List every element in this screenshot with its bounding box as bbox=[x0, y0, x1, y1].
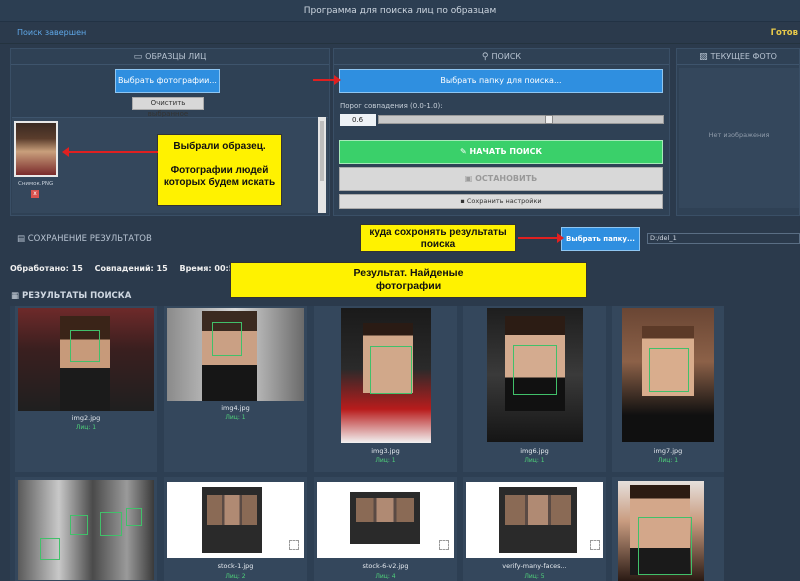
current-photo-title: ТЕКУЩЕЕ ФОТО bbox=[710, 52, 777, 61]
result-faces: Лиц: 1 bbox=[75, 424, 97, 431]
result-filename: verify-many-faces... bbox=[502, 562, 567, 570]
status-text: Поиск завершен bbox=[17, 28, 87, 37]
scan-icon bbox=[590, 540, 600, 550]
result-filename: stock-6-v2.jpg bbox=[362, 562, 409, 570]
result-card[interactable]: img3.jpg Лиц: 1 bbox=[314, 306, 457, 472]
ready-indicator: Готов bbox=[770, 28, 798, 38]
threshold-label: Порог совпадения (0.0-1.0): bbox=[340, 102, 443, 110]
result-faces: Лиц: 1 bbox=[657, 457, 679, 464]
face-box bbox=[100, 512, 122, 536]
result-card[interactable]: img4.jpg Лиц: 1 bbox=[164, 306, 307, 472]
stop-button[interactable]: ▣ ОСТАНОВИТЬ bbox=[339, 167, 663, 191]
result-photo bbox=[167, 482, 304, 558]
result-filename: img2.jpg bbox=[71, 414, 101, 422]
result-faces: Лиц: 1 bbox=[524, 457, 545, 464]
clear-selected-button[interactable]: Очистить выбранное bbox=[132, 97, 204, 118]
result-filename: stock-1.jpg bbox=[217, 562, 254, 570]
output-path-field[interactable]: D:/del_1 bbox=[647, 233, 800, 244]
delete-sample-button[interactable]: x bbox=[31, 190, 39, 198]
slider-knob[interactable] bbox=[545, 115, 553, 124]
result-card[interactable]: img2.jpg Лиц: 1 bbox=[15, 306, 157, 472]
result-filename: img7.jpg bbox=[653, 447, 683, 455]
annotation-arrow bbox=[313, 75, 341, 85]
result-annotation: Результат. Найденые фотографии bbox=[230, 262, 587, 298]
choose-output-folder-button[interactable]: Выбрать папку... bbox=[561, 227, 640, 251]
result-photo bbox=[18, 480, 154, 580]
results-title: ▦ РЕЗУЛЬТАТЫ ПОИСКА bbox=[11, 291, 132, 301]
result-photo bbox=[317, 482, 454, 558]
matches-count: Совпадений: 15 bbox=[94, 264, 168, 273]
result-photo bbox=[618, 481, 704, 581]
scan-icon bbox=[439, 540, 449, 550]
face-box bbox=[126, 508, 142, 526]
stop-icon: ▣ bbox=[464, 174, 476, 183]
sample-caption: Снимок.PNG bbox=[18, 181, 54, 187]
result-card[interactable]: stock-1.jpg Лиц: 2 bbox=[164, 477, 307, 581]
result-card[interactable] bbox=[612, 477, 724, 581]
choose-photos-button[interactable]: Выбрать фотографии... bbox=[115, 69, 220, 93]
result-card[interactable]: img7.jpg Лиц: 1 bbox=[612, 306, 724, 472]
face-box bbox=[649, 348, 689, 392]
face-box bbox=[70, 330, 100, 362]
status-bar: Поиск завершен Готов bbox=[0, 22, 800, 44]
sample-thumbnail[interactable] bbox=[14, 121, 58, 177]
result-filename: img6.jpg bbox=[520, 447, 549, 455]
result-photo bbox=[466, 482, 603, 558]
annotation-arrow bbox=[518, 233, 564, 243]
result-card[interactable]: stock-6-v2.jpg Лиц: 4 bbox=[314, 477, 457, 581]
processed-count: Обработано: 15 bbox=[10, 264, 83, 273]
save-results-title: ▤ СОХРАНЕНИЕ РЕЗУЛЬТАТОВ bbox=[17, 234, 152, 244]
sample-annotation: Выбрали образец. Фотографии людей которы… bbox=[157, 134, 282, 206]
scan-icon bbox=[289, 540, 299, 550]
result-card[interactable] bbox=[15, 477, 157, 581]
no-image-text: Нет изображения bbox=[708, 131, 770, 139]
samples-scrollbar[interactable] bbox=[318, 117, 326, 213]
result-photo bbox=[622, 308, 714, 442]
result-card[interactable]: img6.jpg Лиц: 1 bbox=[463, 306, 606, 472]
samples-panel-title: ОБРАЗЦЫ ЛИЦ bbox=[145, 52, 207, 61]
save-settings-button[interactable]: ▪ Сохранить настройки bbox=[339, 194, 663, 209]
face-box bbox=[70, 515, 88, 535]
start-search-button[interactable]: ✎ НАЧАТЬ ПОИСК bbox=[339, 140, 663, 164]
stats-bar: Обработано: 15 Совпадений: 15 Время: 00:… bbox=[10, 264, 249, 273]
save-annotation: куда сохронять результаты поиска bbox=[360, 224, 516, 252]
result-faces: Лиц: 4 bbox=[375, 573, 396, 580]
image-icon: ▨ bbox=[699, 52, 708, 62]
window-title: Программа для поиска лиц по образцам bbox=[0, 0, 800, 22]
result-filename: img4.jpg bbox=[221, 404, 250, 412]
threshold-input[interactable]: 0.6 bbox=[340, 114, 376, 126]
magnifier-icon: ⚲ bbox=[481, 52, 489, 62]
result-filename: img3.jpg bbox=[371, 447, 400, 455]
face-box bbox=[212, 322, 242, 356]
search-panel-title: ПОИСК bbox=[491, 52, 522, 61]
grid-icon: ▦ bbox=[11, 291, 22, 301]
result-photo bbox=[341, 308, 431, 443]
save-icon: ▤ bbox=[17, 234, 28, 244]
result-photo bbox=[18, 308, 154, 411]
face-box bbox=[513, 345, 557, 395]
face-box bbox=[370, 346, 412, 394]
result-faces: Лиц: 5 bbox=[524, 573, 545, 580]
annotation-arrow bbox=[62, 147, 158, 157]
choose-search-folder-button[interactable]: Выбрать папку для поиска... bbox=[339, 69, 663, 93]
folder-icon: ▭ bbox=[133, 52, 143, 62]
feather-icon: ✎ bbox=[460, 147, 470, 156]
result-card[interactable]: verify-many-faces... Лиц: 5 bbox=[463, 477, 606, 581]
result-faces: Лиц: 1 bbox=[225, 414, 246, 421]
threshold-slider[interactable] bbox=[378, 115, 664, 124]
face-box bbox=[40, 538, 60, 560]
result-faces: Лиц: 2 bbox=[225, 573, 246, 580]
result-photo bbox=[167, 308, 304, 401]
result-faces: Лиц: 1 bbox=[375, 457, 396, 464]
face-box bbox=[638, 517, 692, 575]
result-photo bbox=[487, 308, 583, 442]
